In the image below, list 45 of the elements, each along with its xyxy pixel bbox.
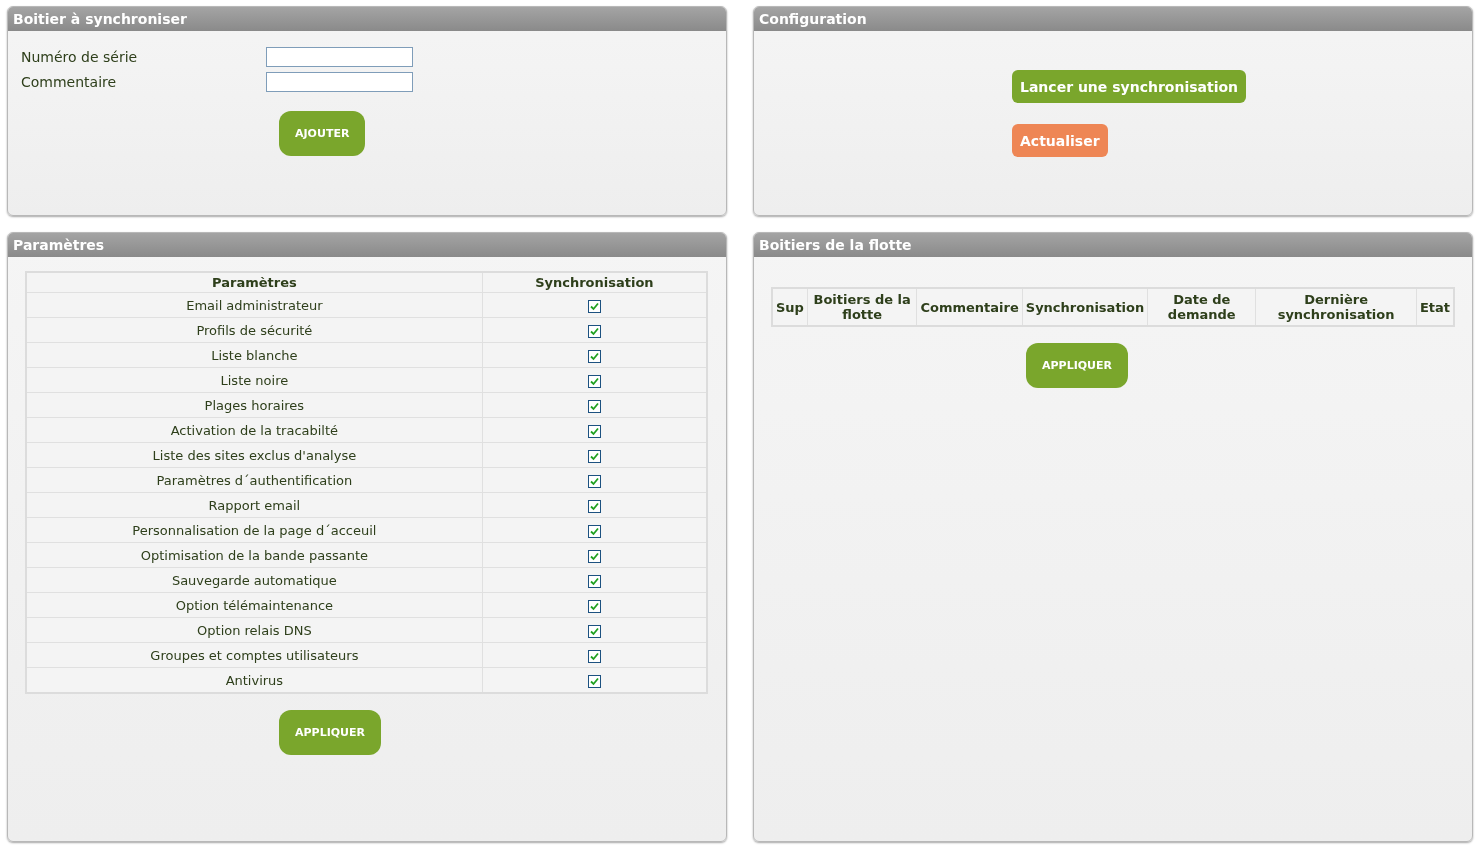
table-cell: Personnalisation de la page d´acceuil — [26, 517, 483, 543]
table-cell: Liste blanche — [26, 342, 483, 368]
table-cell: Groupes et comptes utilisateurs — [26, 642, 483, 668]
table-cell: Paramètres d´authentification — [26, 467, 483, 493]
table-cell: Liste des sites exclus d'analyse — [26, 442, 483, 468]
checkbox[interactable] — [587, 424, 601, 438]
table-cell: Optimisation de la bande passante — [26, 542, 483, 568]
checkbox[interactable] — [587, 399, 601, 413]
panel-title: Boitiers de la flotte — [754, 233, 1472, 257]
checkbox[interactable] — [587, 474, 601, 488]
action-button[interactable]: Lancer une synchronisation — [1012, 70, 1247, 103]
input-field[interactable] — [266, 47, 413, 67]
table-cell: Email administrateur — [26, 292, 483, 318]
table-cell: Option relais DNS — [26, 617, 483, 643]
table-cell: Plages horaires — [26, 392, 483, 418]
panel-title: Boitier à synchroniser — [8, 7, 726, 31]
panel-title: Paramètres — [8, 233, 726, 257]
checkbox[interactable] — [587, 374, 601, 388]
panel-title: Configuration — [754, 7, 1472, 31]
checkbox[interactable] — [587, 324, 601, 338]
field-label: Commentaire — [21, 74, 118, 90]
add-button[interactable]: AJOUTER — [279, 111, 366, 156]
checkbox[interactable] — [587, 499, 601, 513]
action-button[interactable]: Actualiser — [1012, 124, 1108, 157]
checkbox[interactable] — [587, 674, 601, 688]
checkbox[interactable] — [587, 449, 601, 463]
table-cell: Liste noire — [26, 367, 483, 393]
field-label: Numéro de série — [21, 49, 139, 65]
table-cell: Option télémaintenance — [26, 592, 483, 618]
checkbox[interactable] — [587, 349, 601, 363]
table-cell: Activation de la tracabilté — [26, 417, 483, 443]
input-field[interactable] — [266, 72, 413, 92]
apply-button[interactable]: APPLIQUER — [279, 710, 381, 755]
checkbox[interactable] — [587, 624, 601, 638]
table-cell: Sauvegarde automatique — [26, 567, 483, 593]
checkbox[interactable] — [587, 549, 601, 563]
checkbox[interactable] — [587, 649, 601, 663]
checkbox[interactable] — [587, 299, 601, 313]
table-cell: Rapport email — [26, 492, 483, 518]
checkbox[interactable] — [587, 599, 601, 613]
apply-button[interactable]: APPLIQUER — [1026, 343, 1128, 388]
column-header: Paramètres — [26, 272, 483, 293]
checkbox[interactable] — [587, 524, 601, 538]
checkbox[interactable] — [587, 574, 601, 588]
table-cell: Profils de sécurité — [26, 317, 483, 343]
